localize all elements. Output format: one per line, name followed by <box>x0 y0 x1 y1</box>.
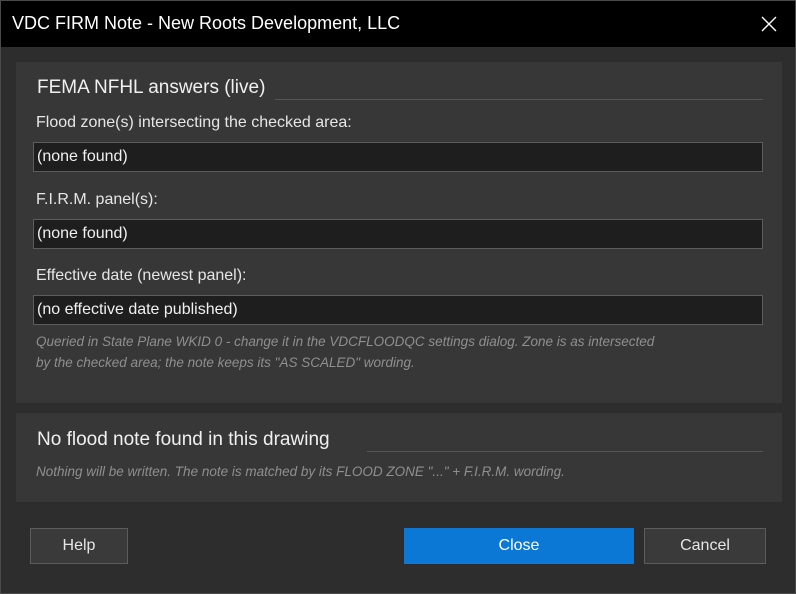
query-hint: Queried in State Plane WKID 0 - change i… <box>36 331 762 373</box>
firm-panel-field[interactable]: (none found) <box>33 219 763 249</box>
cancel-button[interactable]: Cancel <box>644 528 766 564</box>
effective-date-field[interactable]: (no effective date published) <box>33 295 763 325</box>
flood-note-panel: No flood note found in this drawing Noth… <box>16 413 782 502</box>
help-button[interactable]: Help <box>30 528 128 564</box>
section-divider <box>275 99 763 100</box>
firm-panel-label: F.I.R.M. panel(s): <box>36 191 158 208</box>
dialog-window: VDC FIRM Note - New Roots Development, L… <box>0 0 796 594</box>
effective-date-label: Effective date (newest panel): <box>36 267 247 284</box>
title-bar: VDC FIRM Note - New Roots Development, L… <box>1 1 795 47</box>
note-hint: Nothing will be written. The note is mat… <box>36 464 565 479</box>
query-hint-line-2: by the checked area; the note keeps its … <box>36 355 415 370</box>
close-button[interactable]: Close <box>404 528 634 564</box>
close-icon <box>761 16 777 32</box>
window-close-button[interactable] <box>743 1 795 47</box>
fema-section-title: FEMA NFHL answers (live) <box>37 77 266 98</box>
window-title: VDC FIRM Note - New Roots Development, L… <box>12 13 401 33</box>
flood-zone-label: Flood zone(s) intersecting the checked a… <box>36 114 352 131</box>
section-divider <box>367 451 763 452</box>
query-hint-line-1: Queried in State Plane WKID 0 - change i… <box>36 334 655 349</box>
note-section-title: No flood note found in this drawing <box>37 429 330 450</box>
flood-zone-field[interactable]: (none found) <box>33 142 763 172</box>
fema-nfhl-panel: FEMA NFHL answers (live) Flood zone(s) i… <box>16 62 782 403</box>
